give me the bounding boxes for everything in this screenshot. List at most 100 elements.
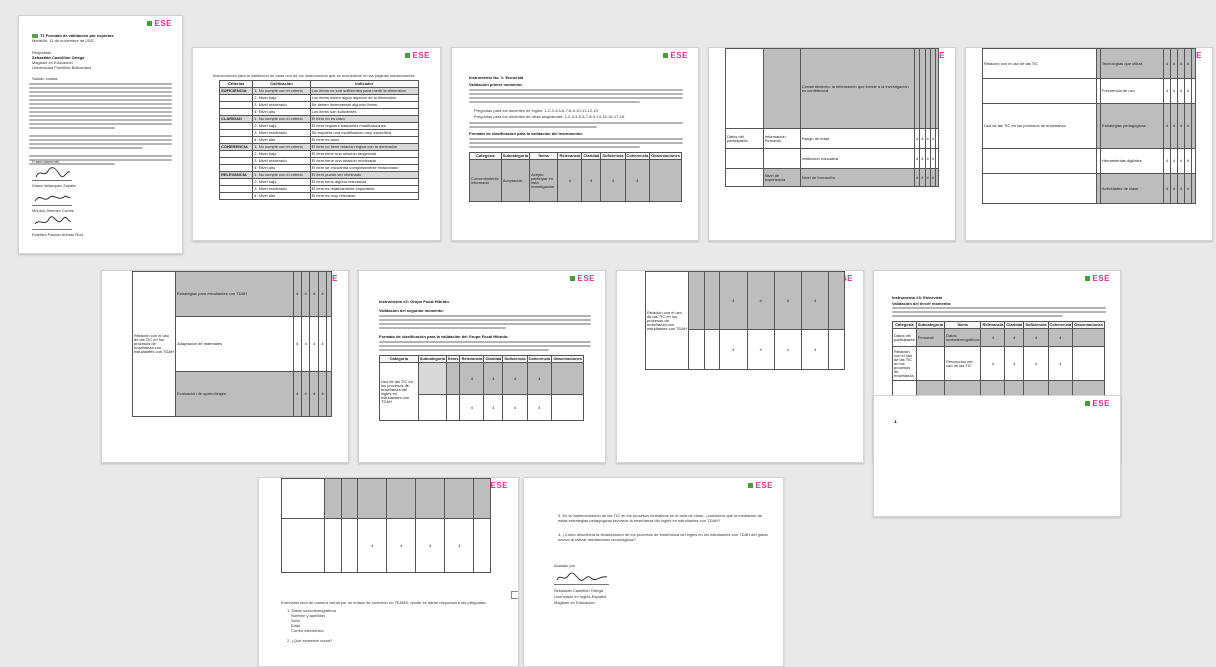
column-header: Observaciones <box>1072 321 1105 329</box>
table-cell <box>551 362 584 395</box>
table-cell <box>326 316 332 372</box>
table-cell <box>982 173 1097 204</box>
document-page-3[interactable]: ESE Instrumento No. 1: Encuesta Validaci… <box>451 47 699 241</box>
table-cell: 4. Nivel alto <box>252 192 311 200</box>
table-cell <box>551 394 584 421</box>
column-header: Coherencia <box>526 355 553 363</box>
column-header: Suficiencia <box>502 355 528 363</box>
document-page-2[interactable]: ESE Instrucciones para la validación de … <box>192 47 441 241</box>
table-cell: 4 <box>801 271 830 330</box>
table-row: 3. Nivel moderado El ítem tiene una relac… <box>218 157 420 165</box>
table-cell: Rango de edad <box>799 128 916 149</box>
table-cell <box>688 329 705 370</box>
document-page-4[interactable]: ESE Consentimiento: la información que b… <box>708 47 956 241</box>
column-header: Categoría <box>379 355 419 363</box>
brand-logo: ESE <box>748 481 773 490</box>
format-description <box>379 341 591 353</box>
table-cell: Frecuencia de uso <box>1099 78 1164 104</box>
table-cell: Relación con el uso de las TIC en los pr… <box>132 271 176 417</box>
table-row: Relación con el uso de las TIC en los pr… <box>132 271 332 417</box>
table-row: Actividades de clase 4 4 4 4 <box>982 173 1197 204</box>
table-cell <box>218 185 254 193</box>
table-cell: 4 <box>1162 78 1171 104</box>
table-cell: 3. Nivel moderado <box>252 101 311 109</box>
table-cell: 1. No cumple con el criterio <box>252 143 311 151</box>
format-title: Formato de clasificación para la validac… <box>469 131 584 136</box>
brand-logo: ESE <box>1085 274 1110 283</box>
validated-by-label: Avalado por <box>554 563 576 568</box>
table-cell: 4 <box>483 362 504 395</box>
table-cell: 4 <box>1023 328 1049 347</box>
table-cell <box>649 159 682 202</box>
table-cell: El ítem tiene una relación tangencial <box>309 150 420 158</box>
table-cell: 4 <box>1169 48 1178 79</box>
instrument-description <box>469 89 683 105</box>
column-header: Claridad <box>483 355 504 363</box>
table-row: Nivel de experiencia Nivel de formación 4 4… <box>725 168 940 187</box>
signature-1 <box>32 166 72 181</box>
document-page-12[interactable]: ESE 3. En la implementación de las TIC e… <box>523 477 784 667</box>
brand-logo: ESE <box>570 274 595 283</box>
table-cell: Se requiere una modificación muy específ… <box>309 129 420 137</box>
table-cell: 4 <box>1162 173 1171 204</box>
document-page-10[interactable]: ESE 1 <box>873 395 1121 517</box>
table-cell: 2. Nivel bajo <box>252 150 311 158</box>
table-cell: 4 <box>1183 48 1192 79</box>
table-row: 4. Nivel alto El ítem es muy relevante <box>218 192 420 200</box>
validator-name: Sebastián Castrillón Ortega <box>554 588 603 593</box>
format-description <box>469 138 683 150</box>
column-header: Ítems <box>445 355 461 363</box>
table-cell: 4 <box>980 328 1006 347</box>
column-header: Suficiencia <box>600 152 626 160</box>
table-cell <box>1190 148 1197 174</box>
document-page-7[interactable]: ESE Instrumento #2: Grupo Focal Híbrido.… <box>358 270 606 463</box>
table-cell <box>725 48 764 129</box>
table-cell: Nivel de formación <box>799 168 916 187</box>
table-cell: El ítem tiene alguna relevancia <box>309 178 420 186</box>
table-cell <box>386 478 417 519</box>
table-row: 3. Nivel moderado El ítem es relativament… <box>218 185 420 193</box>
document-page-1[interactable]: ESE T1 Formato de validación por experto… <box>18 15 183 254</box>
table-cell: 4 <box>317 271 328 317</box>
table-cell: Adaptación de materiales <box>175 316 294 372</box>
table-cell <box>445 362 461 395</box>
instrument-description <box>892 307 1106 319</box>
document-page-6[interactable]: ESE Relación con el uso de las TIC en lo… <box>101 270 349 463</box>
table-cell: 4 <box>309 316 319 372</box>
table-row: COHERENCIA 1. No cumple con el criterio El… <box>218 143 420 151</box>
document-page-5[interactable]: ESE Relación con el uso de las TICTecnol… <box>965 47 1213 241</box>
table-cell: 4 <box>309 371 319 417</box>
table-cell <box>324 478 342 519</box>
table-cell: 4 <box>1004 346 1025 381</box>
table-cell: Estrategias para estudiantes con TDAH <box>175 271 294 317</box>
validation-table-continued: Relación con el uso de las TIC en los pr… <box>645 271 845 370</box>
table-cell: Consentimiento: la información que brind… <box>799 48 916 129</box>
table-cell: 4 <box>526 362 553 395</box>
table-cell: Percepción del uso de las TIC <box>944 346 982 381</box>
table-cell: Datos del participante <box>725 128 764 149</box>
column-header: Observaciones <box>649 152 682 160</box>
table-cell: Los ítems miden algún aspecto de la dime… <box>309 94 420 102</box>
bullet-item: Preguntas para los docentes de inglés: 1… <box>474 108 599 113</box>
table-cell: El ítem tiene una relación moderada <box>309 157 420 165</box>
instrument-title: Instrumento #2: Grupo Focal Híbrido. <box>379 299 450 304</box>
validation-table-continued: Relación con el uso de las TIC en los pr… <box>132 271 332 417</box>
resize-handle-icon[interactable] <box>511 591 518 599</box>
table-cell: Uso de las TIC en los procesos de enseña… <box>379 362 419 421</box>
table-cell: Relación con el uso de las TIC en los pr… <box>892 346 917 381</box>
document-page-11[interactable]: ESE 4 4 4 4 Entrevista será de manera vi… <box>258 477 519 667</box>
letter-date: Medellín, 11 de noviembre de 2020 <box>32 38 95 43</box>
page-mark: 1 <box>894 420 897 425</box>
table-cell <box>326 271 332 317</box>
brand-logo: ESE <box>405 51 430 60</box>
table-row: Consentimiento: la información que brind… <box>725 48 940 129</box>
table-cell: 4 <box>801 329 830 370</box>
format-title: Formato de clasificación para la validac… <box>379 334 509 339</box>
column-header: Subcategoría <box>500 152 531 160</box>
validation-table: Categoría Subcategoría Ítems Relevancia … <box>469 152 682 202</box>
table-cell: 4 <box>526 394 553 421</box>
document-page-8[interactable]: ESE Relación con el uso de las TIC en lo… <box>616 270 864 463</box>
brand-logo: ESE <box>663 51 688 60</box>
column-header: Ítems <box>944 321 982 329</box>
table-cell <box>218 136 254 144</box>
